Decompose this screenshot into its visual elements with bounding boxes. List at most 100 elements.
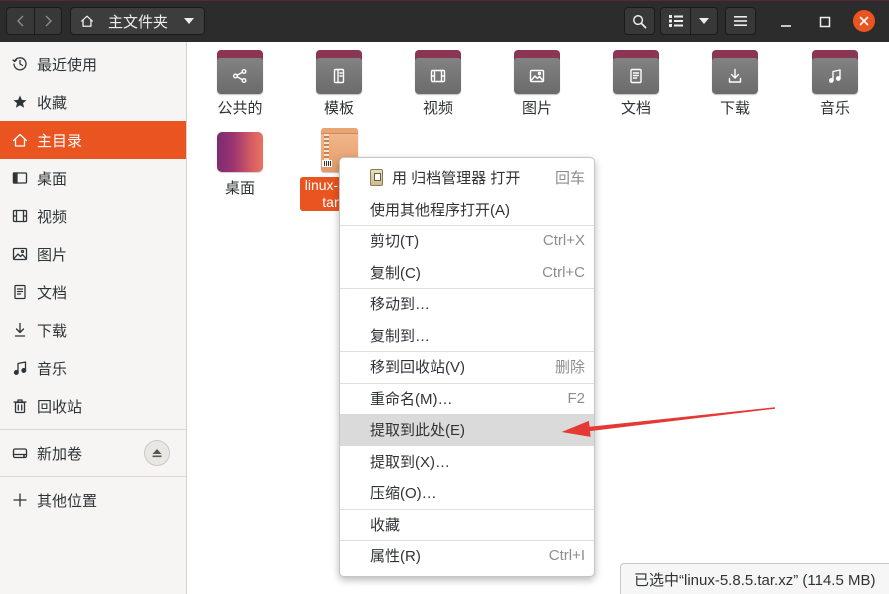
home-icon (80, 15, 94, 27)
sidebar-item-label: 下载 (37, 322, 68, 340)
forward-button[interactable] (34, 8, 61, 34)
archive-manager-icon (370, 169, 383, 187)
sidebar-item-recent[interactable]: 最近使用 (0, 45, 186, 83)
menu-item-label: 复制到… (370, 327, 431, 345)
minimize-button[interactable] (778, 14, 794, 30)
folder-item-videos[interactable]: 视频 (389, 50, 488, 118)
search-icon (633, 14, 647, 28)
sidebar-item-starred[interactable]: 收藏 (0, 83, 186, 121)
selection-status-text: 已选中“linux-5.8.5.tar.xz” (114.5 MB) (634, 571, 876, 589)
menu-item-label: 重命名(M)… (370, 390, 453, 408)
star-icon (13, 95, 27, 108)
sidebar-item-trash[interactable]: 回收站 (0, 387, 186, 425)
file-name: 公共的 (217, 100, 263, 117)
menu-item-label: 使用其他程序打开(A) (370, 201, 510, 219)
menu-item-label: 移动到… (370, 296, 431, 314)
download-icon (14, 322, 26, 337)
sidebar-item-documents[interactable]: 文档 (0, 273, 186, 311)
path-bar-home-button[interactable]: 主文件夹 (70, 7, 205, 35)
menu-separator (340, 225, 594, 226)
sidebar-item-label: 最近使用 (37, 56, 98, 74)
header-bar: 主文件夹 (0, 0, 889, 42)
menu-item-shortcut: Ctrl+X (542, 232, 585, 250)
sidebar-item-music[interactable]: 音乐 (0, 349, 186, 387)
eject-button[interactable] (144, 440, 170, 466)
eject-icon (152, 449, 162, 458)
folder-item-public[interactable]: 公共的 (191, 50, 290, 118)
triangle-down-icon (699, 18, 709, 24)
close-button[interactable] (853, 10, 875, 32)
menu-separator (340, 288, 594, 289)
menu-item-shortcut: Ctrl+C (542, 263, 585, 281)
context-menu: 用 归档管理器 打开 回车 使用其他程序打开(A) 剪切(T) Ctrl+X 复… (339, 157, 595, 577)
menu-item-copy-to[interactable]: 复制到… (340, 320, 594, 352)
sidebar-item-other-locations[interactable]: 其他位置 (0, 481, 186, 519)
close-icon (853, 10, 875, 32)
maximize-button[interactable] (817, 14, 833, 30)
sidebar-item-label: 主目录 (37, 132, 83, 150)
list-view-icon (668, 15, 683, 27)
selection-status-bar: 已选中“linux-5.8.5.tar.xz” (114.5 MB) (620, 563, 889, 594)
menu-item-star[interactable]: 收藏 (340, 509, 594, 541)
folder-item-templates[interactable]: 模板 (290, 50, 389, 118)
menu-item-label: 用 归档管理器 打开 (392, 170, 521, 188)
sidebar-item-label: 新加卷 (37, 445, 83, 463)
image-icon (12, 247, 28, 261)
menu-item-compress[interactable]: 压缩(O)… (340, 477, 594, 509)
folder-item-downloads[interactable]: 下载 (686, 50, 785, 118)
menu-item-shortcut: Ctrl+I (548, 547, 585, 565)
sidebar-item-videos[interactable]: 视频 (0, 197, 186, 235)
menu-item-label: 提取到此处(E) (370, 422, 465, 440)
menu-item-label: 提取到(X)… (370, 453, 450, 471)
sidebar-item-volume[interactable]: 新加卷 (0, 434, 186, 472)
menu-item-copy[interactable]: 复制(C) Ctrl+C (340, 257, 594, 289)
folder-item-music[interactable]: 音乐 (786, 50, 885, 118)
menu-item-properties[interactable]: 属性(R) Ctrl+I (340, 540, 594, 572)
desktop-folder-icon (217, 132, 263, 172)
folder-item-desktop[interactable]: 桌面 (191, 132, 290, 198)
sidebar-separator (0, 476, 186, 477)
sidebar: 最近使用 收藏 主目录 桌面 视频 图片 文档 下载 音乐 回收站 新加卷 其他… (0, 42, 187, 594)
menu-item-extract-to[interactable]: 提取到(X)… (340, 446, 594, 478)
menu-item-open-with-archive-manager[interactable]: 用 归档管理器 打开 回车 (340, 162, 594, 194)
download-folder-icon (712, 50, 758, 94)
video-icon (12, 209, 28, 223)
sidebar-separator (0, 429, 186, 430)
folder-item-pictures[interactable]: 图片 (488, 50, 587, 118)
file-name: 文档 (620, 100, 651, 117)
menu-item-label: 收藏 (370, 516, 401, 534)
menu-item-label: 压缩(O)… (370, 485, 437, 503)
sidebar-item-desktop[interactable]: 桌面 (0, 159, 186, 197)
view-options-dropdown[interactable] (690, 8, 717, 34)
music-folder-icon (812, 50, 858, 94)
templates-folder-icon (316, 50, 362, 94)
navigation-buttons (6, 7, 62, 35)
triangle-down-icon (184, 18, 194, 24)
menu-item-rename[interactable]: 重命名(M)… F2 (340, 383, 594, 415)
sidebar-item-pictures[interactable]: 图片 (0, 235, 186, 273)
menu-item-cut[interactable]: 剪切(T) Ctrl+X (340, 225, 594, 257)
menu-item-move-to[interactable]: 移动到… (340, 288, 594, 320)
menu-separator (340, 540, 594, 541)
menu-item-move-to-trash[interactable]: 移到回收站(V) 删除 (340, 351, 594, 383)
chevron-right-icon (45, 15, 52, 27)
back-button[interactable] (7, 8, 34, 34)
sidebar-item-downloads[interactable]: 下载 (0, 311, 186, 349)
main-menu-button[interactable] (725, 7, 756, 35)
sidebar-item-home[interactable]: 主目录 (0, 121, 186, 159)
menu-item-extract-here[interactable]: 提取到此处(E) (340, 414, 594, 446)
file-name: 桌面 (224, 180, 255, 197)
sidebar-item-label: 回收站 (37, 398, 83, 416)
maximize-icon (819, 16, 831, 28)
menu-item-label: 复制(C) (370, 264, 421, 282)
sidebar-item-label: 图片 (37, 246, 68, 264)
folder-item-documents[interactable]: 文档 (587, 50, 686, 118)
search-button[interactable] (624, 7, 655, 35)
list-view-button[interactable] (661, 8, 690, 34)
share-folder-icon (217, 50, 263, 94)
trash-icon (13, 399, 27, 414)
minimize-icon (781, 25, 791, 27)
drive-icon (12, 448, 28, 459)
menu-item-label: 属性(R) (370, 548, 421, 566)
menu-item-open-with-other[interactable]: 使用其他程序打开(A) (340, 194, 594, 226)
